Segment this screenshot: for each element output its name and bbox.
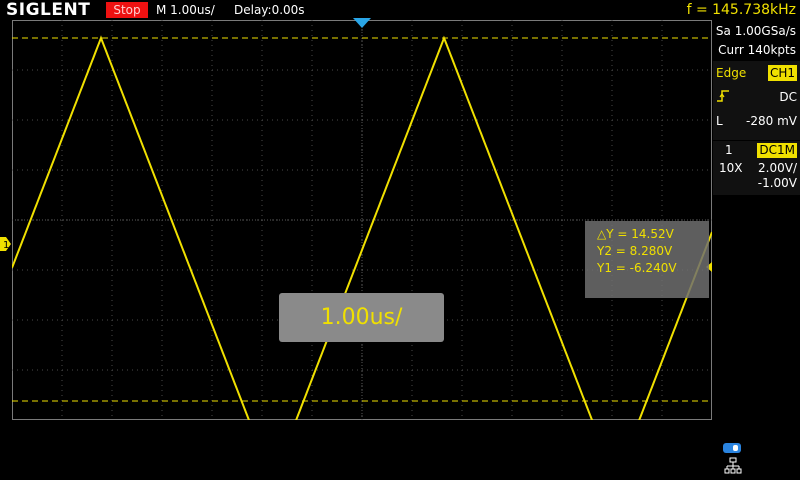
waveform-grid	[12, 20, 712, 420]
channel-coupling: DC1M	[757, 143, 797, 158]
trigger-coupling: DC	[779, 90, 797, 104]
delay-readout: Delay:0.00s	[234, 3, 305, 17]
delta-y-readout: △Y = 14.52V	[597, 227, 674, 241]
trigger-source: CH1	[767, 65, 797, 81]
cursor-measurement-box: △Y = 14.52V Y2 = 8.280V Y1 = -6.240V	[585, 221, 709, 298]
rising-edge-icon	[716, 89, 730, 107]
channel-marker-label: 1	[3, 240, 9, 251]
y1-readout: Y1 = -6.240V	[597, 261, 677, 275]
channel1-panel[interactable]: 1 DC1M 10X 2.00V/ -1.00V	[713, 141, 800, 195]
y2-readout: Y2 = 8.280V	[597, 244, 673, 258]
memory-depth: Curr 140kpts	[718, 43, 796, 57]
trigger-level-label: L	[716, 114, 723, 128]
timebase-readout: M 1.00us/	[156, 3, 215, 17]
frequency-readout: f = 145.738kHz	[686, 2, 796, 18]
vertical-scale: 2.00V/	[758, 161, 797, 175]
trigger-panel[interactable]: Edge CH1 DC L -280 mV	[713, 61, 800, 140]
acquisition-panel: Sa 1.00GSa/s Curr 140kpts	[713, 22, 800, 60]
probe-ratio: 10X	[719, 161, 743, 175]
trigger-level: -280 mV	[746, 114, 797, 128]
run-stop-badge[interactable]: Stop	[106, 2, 148, 18]
waveform-display[interactable]	[12, 20, 712, 420]
sample-rate: Sa 1.00GSa/s	[715, 24, 796, 38]
channel-number: 1	[725, 143, 733, 157]
channel1-level-marker[interactable]: 1	[0, 237, 11, 251]
vertical-offset: -1.00V	[757, 176, 797, 190]
trigger-type: Edge	[716, 66, 747, 80]
usb-icon	[723, 443, 741, 453]
timebase-popup: 1.00us/	[279, 293, 444, 342]
top-status-bar: SIGLENT Stop M 1.00us/ Delay:0.00s f = 1…	[0, 0, 800, 20]
trigger-position-icon[interactable]	[353, 18, 371, 28]
network-icon	[724, 457, 742, 474]
brand-logo: SIGLENT	[6, 0, 91, 20]
